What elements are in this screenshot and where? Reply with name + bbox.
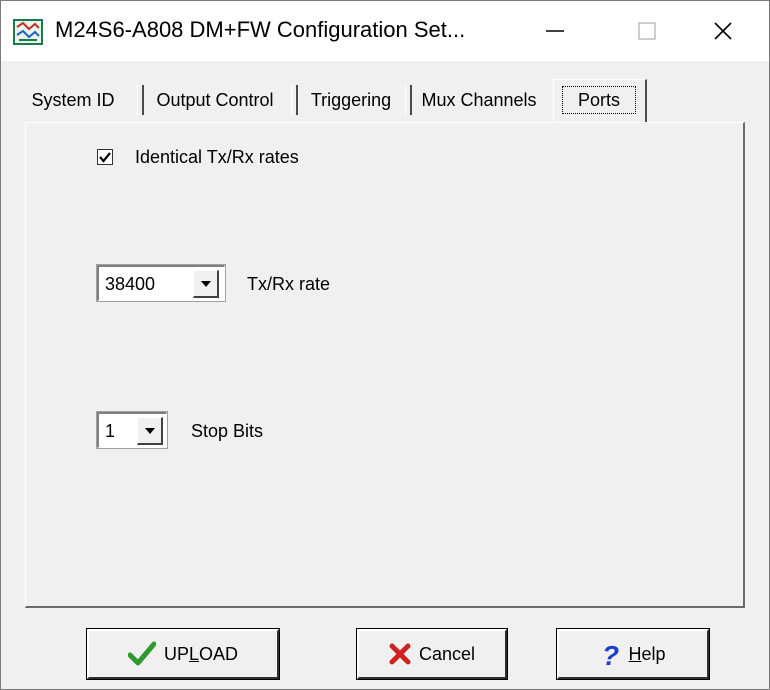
close-button[interactable] — [677, 1, 769, 61]
tx-rx-rate-label: Tx/Rx rate — [247, 274, 331, 294]
help-label: Help — [628, 643, 666, 664]
tx-rx-rate-select[interactable]: 38400 — [96, 264, 226, 302]
minimize-button[interactable] — [509, 1, 601, 61]
minimize-icon — [546, 30, 564, 32]
tab-output-control[interactable]: Output Control — [145, 81, 285, 119]
chevron-down-icon — [200, 280, 211, 287]
tab-system-id[interactable]: System ID — [9, 81, 137, 119]
red-x-icon — [389, 643, 411, 665]
title-bar[interactable]: M24S6-A808 DM+FW Configuration Set... — [1, 1, 769, 61]
tx-rx-rate-dropdown-button[interactable] — [193, 270, 219, 298]
ports-panel — [25, 122, 745, 608]
tab-strip: System ID Output Control Triggering Mux … — [1, 61, 769, 123]
upload-button[interactable]: UPLOAD — [86, 628, 280, 680]
cancel-button[interactable]: Cancel — [356, 628, 508, 680]
tab-triggering[interactable]: Triggering — [299, 81, 403, 119]
close-icon — [714, 22, 732, 40]
identical-rates-checkbox[interactable] — [97, 149, 113, 165]
stop-bits-label: Stop Bits — [191, 421, 264, 441]
stop-bits-value: 1 — [105, 421, 116, 441]
tab-ports[interactable]: Ports — [553, 79, 647, 123]
stop-bits-select[interactable]: 1 — [96, 411, 168, 449]
chevron-down-icon — [144, 427, 155, 434]
tab-ports-label: Ports — [562, 86, 636, 114]
upload-label: UPLOAD — [163, 643, 239, 664]
cancel-label: Cancel — [418, 643, 476, 664]
help-button[interactable]: ? Help — [556, 628, 710, 680]
stop-bits-dropdown-button[interactable] — [137, 417, 163, 445]
svg-text:?: ? — [602, 640, 619, 668]
question-mark-icon: ? — [600, 640, 620, 668]
tx-rx-rate-value: 38400 — [105, 274, 156, 294]
checkmark-icon — [99, 152, 111, 163]
checkmark-icon — [127, 641, 156, 667]
tab-divider — [137, 85, 144, 115]
tab-divider — [291, 85, 298, 115]
identical-rates-label: Identical Tx/Rx rates — [135, 147, 299, 167]
config-window: M24S6-A808 DM+FW Configuration Set... Sy… — [0, 0, 770, 690]
maximize-icon — [638, 22, 656, 40]
tab-mux-channels[interactable]: Mux Channels — [409, 81, 549, 119]
app-config-icon — [13, 19, 43, 45]
window-title: M24S6-A808 DM+FW Configuration Set... — [55, 17, 466, 42]
